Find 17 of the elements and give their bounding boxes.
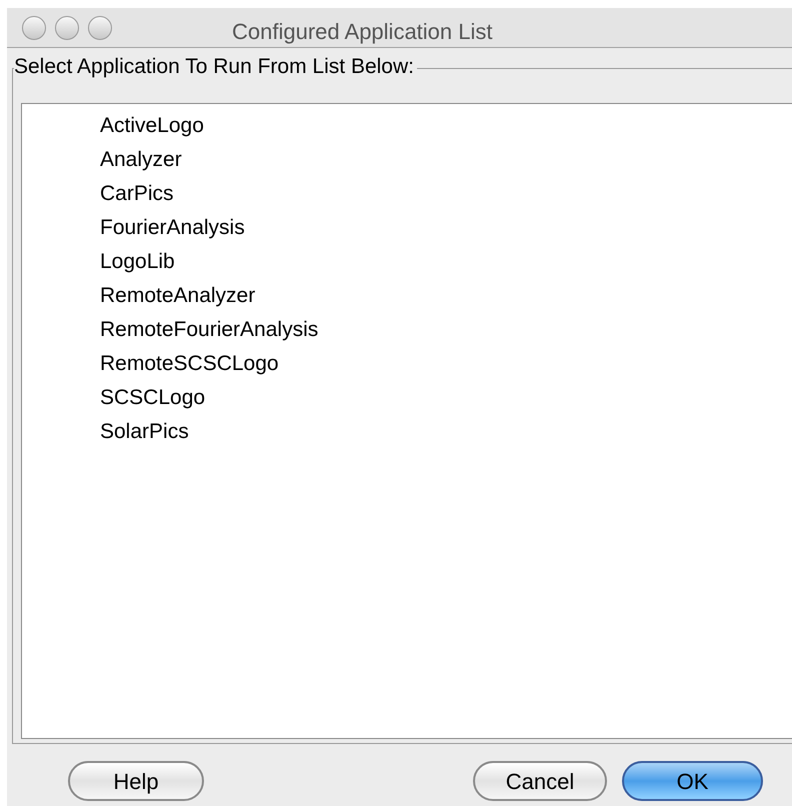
window-title: Configured Application List <box>232 18 492 46</box>
zoom-button[interactable] <box>88 16 112 40</box>
list-item[interactable]: SCSCLogo <box>22 381 792 415</box>
close-button[interactable] <box>22 16 46 40</box>
list-item[interactable]: LogoLib <box>22 245 792 279</box>
list-item[interactable]: RemoteAnalyzer <box>22 279 792 313</box>
list-item[interactable]: FourierAnalysis <box>22 211 792 245</box>
list-item[interactable]: RemoteFourierAnalysis <box>22 313 792 347</box>
dialog-button[interactable]: Cancel <box>473 761 607 801</box>
list-item[interactable]: CarPics <box>22 177 792 211</box>
dialog-button[interactable]: Help <box>68 761 204 801</box>
list-item[interactable]: ActiveLogo <box>22 109 792 143</box>
list-item[interactable]: Analyzer <box>22 143 792 177</box>
dialog-button[interactable]: OK <box>622 761 763 801</box>
list-item[interactable]: SolarPics <box>22 415 792 449</box>
minimize-button[interactable] <box>55 16 79 40</box>
list-item[interactable]: RemoteSCSCLogo <box>22 347 792 381</box>
